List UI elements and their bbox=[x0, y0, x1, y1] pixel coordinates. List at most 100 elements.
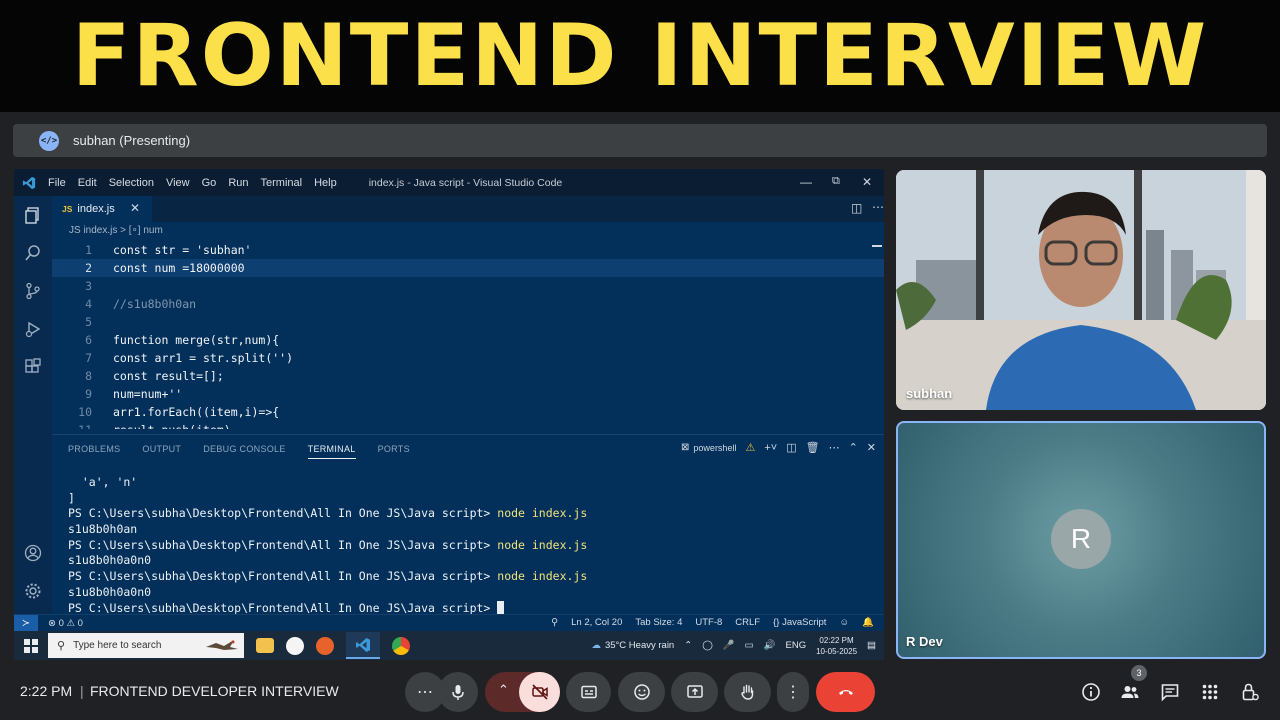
explorer-icon[interactable] bbox=[24, 206, 42, 224]
leave-call-button[interactable] bbox=[816, 672, 875, 712]
status-bar: ≻ ⊗ 0 ⚠ 0 ⚲ Ln 2, Col 20 Tab Size: 4 UTF… bbox=[14, 614, 884, 632]
powershell-icon: ⊠ bbox=[681, 442, 690, 453]
meeting-info-icon[interactable] bbox=[1081, 682, 1101, 702]
account-icon[interactable] bbox=[24, 544, 42, 562]
tab-label: index.js bbox=[77, 203, 115, 215]
camera-options-chevron-icon[interactable]: ⌃ bbox=[498, 682, 509, 698]
extensions-icon[interactable] bbox=[24, 358, 42, 376]
captions-button[interactable] bbox=[566, 672, 611, 712]
participant-count-badge: 3 bbox=[1131, 665, 1147, 681]
emoji-reaction-button[interactable] bbox=[618, 672, 665, 712]
notification-center-icon[interactable]: ▤ bbox=[867, 640, 876, 651]
search-icon[interactable] bbox=[24, 244, 42, 262]
shared-screen: File Edit Selection View Go Run Terminal… bbox=[14, 169, 884, 660]
menu-file[interactable]: File bbox=[48, 177, 66, 189]
code-line-comment: 4//s1u8b0h0an bbox=[85, 297, 197, 311]
camera-off-button[interactable] bbox=[519, 672, 560, 712]
postman-icon[interactable] bbox=[316, 636, 334, 655]
end-call-icon bbox=[838, 690, 853, 695]
camera-toggle-group: ⌃ bbox=[485, 672, 560, 712]
menu-run[interactable]: Run bbox=[228, 177, 248, 189]
code-line: 7 const arr1 = str.split('') bbox=[85, 351, 294, 365]
encoding[interactable]: UTF-8 bbox=[695, 617, 722, 628]
tab-terminal[interactable]: TERMINAL bbox=[307, 444, 356, 459]
run-debug-icon[interactable] bbox=[24, 320, 42, 338]
problems-count[interactable]: ⊗ 0 ⚠ 0 bbox=[48, 618, 83, 629]
terminal-output[interactable]: 'a', 'n' ] PS C:\Users\subha\Desktop\Fro… bbox=[68, 475, 878, 616]
tab-output[interactable]: OUTPUT bbox=[142, 444, 181, 459]
tab-ports[interactable]: PORTS bbox=[378, 444, 410, 459]
shell-label[interactable]: powershell bbox=[693, 443, 736, 453]
emoji-icon bbox=[633, 684, 650, 700]
notifications-icon[interactable]: 🔔 bbox=[862, 617, 874, 628]
tab-debug-console[interactable]: DEBUG CONSOLE bbox=[203, 444, 285, 459]
microphone-tray-icon[interactable]: 🎤 bbox=[723, 640, 735, 651]
line-ending[interactable]: CRLF bbox=[735, 617, 760, 628]
split-terminal-icon[interactable]: ◫ bbox=[786, 441, 796, 454]
restore-icon[interactable]: ⧉ bbox=[832, 175, 840, 188]
remote-icon[interactable]: ≻ bbox=[14, 614, 38, 632]
more-actions-button[interactable]: ⋮ bbox=[777, 672, 809, 712]
copilot-icon[interactable]: ☺ bbox=[839, 617, 849, 628]
cursor-position[interactable]: Ln 2, Col 20 bbox=[571, 617, 622, 628]
trash-icon[interactable]: 🗑 bbox=[806, 441, 820, 454]
settings-gear-icon[interactable] bbox=[24, 582, 42, 600]
banner: FRONTEND INTERVIEW bbox=[0, 0, 1280, 112]
windows-taskbar: ⚲ Type here to search ☁ 35°C Heavy rain … bbox=[14, 631, 884, 660]
more-actions-icon[interactable]: ⋯ bbox=[872, 200, 884, 214]
terminal-prompt-line: PS C:\Users\subha\Desktop\Frontend\All I… bbox=[68, 537, 588, 552]
presenting-bar: </> subhan (Presenting) bbox=[13, 124, 1267, 157]
menu-terminal[interactable]: Terminal bbox=[261, 177, 303, 189]
avatar: R bbox=[1051, 509, 1111, 569]
chevron-up-icon[interactable]: ⌃ bbox=[849, 441, 858, 454]
volume-icon[interactable]: 🔊 bbox=[764, 640, 776, 651]
microphone-button[interactable] bbox=[438, 672, 478, 712]
taskbar-clock[interactable]: 02:22 PM 10-05-2025 bbox=[816, 635, 857, 657]
more-vert-icon: ⋮ bbox=[785, 684, 801, 701]
participant-avatar-tile[interactable]: R R Dev bbox=[896, 421, 1266, 659]
app-icon[interactable] bbox=[286, 636, 304, 655]
editor-tabs: JS index.js ✕ ◫ ⋯ bbox=[52, 196, 884, 222]
zoom-icon[interactable]: ⚲ bbox=[551, 617, 558, 628]
people-icon[interactable] bbox=[1120, 682, 1140, 702]
menu-view[interactable]: View bbox=[166, 177, 190, 189]
participant-video-tile[interactable]: subhan bbox=[896, 170, 1266, 410]
host-controls-lock-icon[interactable] bbox=[1240, 682, 1260, 702]
activities-grid-icon[interactable] bbox=[1200, 682, 1220, 702]
source-control-icon[interactable] bbox=[24, 282, 42, 300]
menu-go[interactable]: Go bbox=[202, 177, 217, 189]
menu-edit[interactable]: Edit bbox=[78, 177, 97, 189]
file-explorer-icon[interactable] bbox=[256, 638, 274, 653]
chrome-icon[interactable] bbox=[392, 636, 410, 655]
new-terminal-icon[interactable]: +˅ bbox=[764, 442, 777, 454]
menu-help[interactable]: Help bbox=[314, 177, 337, 189]
tab-close-icon[interactable]: ✕ bbox=[130, 201, 140, 215]
split-editor-icon[interactable]: ◫ bbox=[851, 201, 862, 215]
chat-icon[interactable] bbox=[1160, 682, 1180, 702]
windows-start-icon[interactable] bbox=[24, 638, 38, 653]
close-panel-icon[interactable]: ✕ bbox=[867, 441, 876, 454]
menu-selection[interactable]: Selection bbox=[109, 177, 154, 189]
language-indicator[interactable]: ENG bbox=[786, 640, 807, 651]
weather-text[interactable]: 35°C Heavy rain bbox=[605, 640, 674, 651]
vscode-taskbar-icon[interactable] bbox=[346, 632, 380, 659]
tray-app-icon[interactable]: ◯ bbox=[702, 640, 713, 651]
meeting-time: 2:22 PM bbox=[20, 683, 73, 699]
more-horiz-icon: ⋯ bbox=[417, 684, 433, 701]
breadcrumb[interactable]: JS index.js > [∘] num bbox=[69, 225, 163, 236]
close-window-icon[interactable]: ✕ bbox=[862, 175, 872, 189]
present-screen-button[interactable] bbox=[671, 672, 718, 712]
network-icon[interactable]: ▭ bbox=[745, 640, 754, 651]
raise-hand-button[interactable] bbox=[724, 672, 771, 712]
minimize-icon[interactable]: — bbox=[800, 175, 812, 189]
terminal-line: s1u8b0h0an bbox=[68, 522, 138, 537]
language-mode[interactable]: {} JavaScript bbox=[773, 617, 826, 628]
tab-size[interactable]: Tab Size: 4 bbox=[635, 617, 682, 628]
participant-name: subhan bbox=[906, 386, 953, 401]
taskbar-search-input[interactable]: ⚲ Type here to search bbox=[48, 633, 244, 658]
tab-index-js[interactable]: JS index.js ✕ bbox=[52, 196, 152, 222]
tab-problems[interactable]: PROBLEMS bbox=[68, 444, 120, 459]
tray-chevron-icon[interactable]: ⌃ bbox=[684, 640, 692, 651]
more-icon[interactable]: ⋯ bbox=[829, 441, 840, 454]
code-editor[interactable]: 1 const str = 'subhan' 2 const num =180000… bbox=[52, 241, 884, 429]
